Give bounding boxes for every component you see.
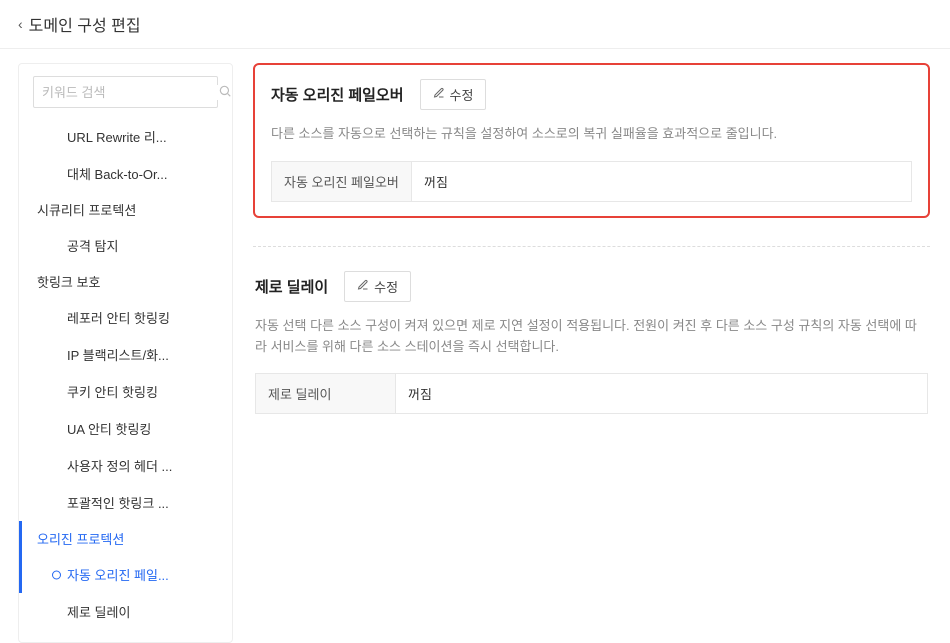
- sidebar-group-security-protection[interactable]: 시큐리티 프로텍션: [19, 192, 232, 227]
- sidebar-item-ip-blacklist[interactable]: IP 블랙리스트/화...: [19, 336, 232, 373]
- search-input-wrap[interactable]: [33, 76, 218, 108]
- panel-zero-delay: 제로 딜레이 수정 자동 선택 다른 소스 구성이 켜져 있으면 제로 지연 설…: [253, 271, 930, 415]
- search-input[interactable]: [42, 85, 218, 100]
- zerodelay-status-key: 제로 딜레이: [256, 374, 396, 413]
- sidebar-item-url-rewrite[interactable]: URL Rewrite 리...: [19, 118, 232, 155]
- sidebar: URL Rewrite 리... 대체 Back-to-Or... 시큐리티 프…: [18, 63, 233, 643]
- panel-header: 제로 딜레이 수정: [255, 271, 928, 302]
- panel-title: 자동 오리진 페일오버: [271, 84, 404, 105]
- sidebar-item-ua-hotlink[interactable]: UA 안티 핫링킹: [19, 410, 232, 447]
- edit-zerodelay-button[interactable]: 수정: [344, 271, 411, 302]
- sidebar-item-alt-back-to-origin[interactable]: 대체 Back-to-Or...: [19, 155, 232, 192]
- edit-icon: [357, 279, 369, 294]
- panel-description: 다른 소스를 자동으로 선택하는 규칙을 설정하여 소스로의 복귀 실패율을 효…: [271, 124, 912, 145]
- page-title: 도메인 구성 편집: [29, 12, 141, 36]
- back-chevron-icon[interactable]: ‹: [18, 16, 23, 32]
- panel-header: 자동 오리진 페일오버 수정: [271, 79, 912, 110]
- sidebar-item-cookie-hotlink[interactable]: 쿠키 안티 핫링킹: [19, 373, 232, 410]
- section-divider: [253, 246, 930, 247]
- failover-status-value: 꺼짐: [412, 162, 911, 201]
- edit-icon: [433, 87, 445, 102]
- sidebar-item-comprehensive-hotlink[interactable]: 포괄적인 핫링크 ...: [19, 484, 232, 521]
- page-body: URL Rewrite 리... 대체 Back-to-Or... 시큐리티 프…: [0, 49, 950, 577]
- zerodelay-status-value: 꺼짐: [396, 374, 927, 413]
- sidebar-item-zero-delay[interactable]: 제로 딜레이: [19, 593, 232, 630]
- panel-description: 자동 선택 다른 소스 구성이 켜져 있으면 제로 지연 설정이 적용됩니다. …: [255, 316, 928, 358]
- sidebar-group-hotlink-protection[interactable]: 핫링크 보호: [19, 264, 232, 299]
- sidebar-item-custom-header[interactable]: 사용자 정의 헤더 ...: [19, 447, 232, 484]
- search-icon[interactable]: [218, 84, 232, 101]
- edit-button-label: 수정: [374, 277, 398, 296]
- sidebar-item-attack-detection[interactable]: 공격 탐지: [19, 227, 232, 264]
- failover-status-key: 자동 오리진 페일오버: [272, 162, 412, 201]
- page-header: ‹ 도메인 구성 편집: [0, 0, 950, 49]
- sidebar-item-referer-hotlink[interactable]: 레포러 안티 핫링킹: [19, 299, 232, 336]
- panel-title: 제로 딜레이: [255, 276, 328, 297]
- sidebar-group-origin-protection[interactable]: 오리진 프로텍션: [19, 521, 232, 556]
- sidebar-item-auto-origin-failover[interactable]: 자동 오리진 페일...: [19, 556, 232, 593]
- main-content: 자동 오리진 페일오버 수정 다른 소스를 자동으로 선택하는 규칙을 설정하여…: [253, 63, 930, 577]
- edit-failover-button[interactable]: 수정: [420, 79, 487, 110]
- edit-button-label: 수정: [450, 85, 474, 104]
- zerodelay-status-row: 제로 딜레이 꺼짐: [255, 373, 928, 414]
- failover-status-row: 자동 오리진 페일오버 꺼짐: [271, 161, 912, 202]
- panel-auto-origin-failover: 자동 오리진 페일오버 수정 다른 소스를 자동으로 선택하는 규칙을 설정하여…: [253, 63, 930, 218]
